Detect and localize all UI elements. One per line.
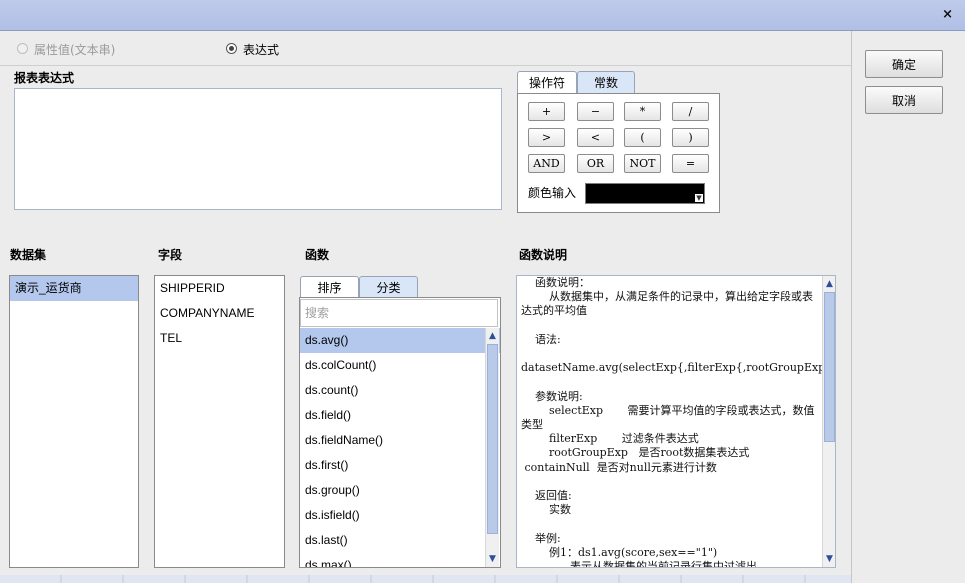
list-item-function[interactable]: ds.field() <box>300 403 500 428</box>
radio-property-value[interactable] <box>17 43 28 54</box>
tab-operators[interactable]: 操作符 <box>517 71 577 93</box>
color-picker[interactable]: ▼ <box>585 183 705 204</box>
scroll-up-icon[interactable]: ▲ <box>486 329 499 343</box>
color-input-label: 颜色输入 <box>528 186 577 200</box>
dataset-list[interactable]: 演示_运货商 <box>9 275 139 568</box>
list-item-field[interactable]: COMPANYNAME <box>155 301 284 326</box>
ok-button[interactable]: 确定 <box>865 50 943 78</box>
function-list-scrollbar[interactable]: ▲ ▼ <box>485 328 499 567</box>
list-item-dataset[interactable]: 演示_运货商 <box>10 276 138 301</box>
list-item-function[interactable]: ds.last() <box>300 528 500 553</box>
op-lparen-button[interactable]: ( <box>624 128 661 147</box>
dataset-label: 数据集 <box>10 248 47 262</box>
divider <box>0 65 851 66</box>
op-plus-button[interactable]: + <box>528 102 565 121</box>
op-greater-button[interactable]: > <box>528 128 565 147</box>
list-item-function[interactable]: ds.count() <box>300 378 500 403</box>
function-list[interactable]: ds.avg() ds.colCount() ds.count() ds.fie… <box>300 328 500 567</box>
description-scrollbar[interactable]: ▲ ▼ <box>822 276 835 567</box>
fields-list[interactable]: SHIPPERID COMPANYNAME TEL <box>154 275 285 568</box>
list-item-function[interactable]: ds.max() <box>300 553 500 567</box>
title-bar <box>0 0 965 31</box>
op-or-button[interactable]: OR <box>577 154 614 173</box>
expression-textarea[interactable] <box>14 88 502 210</box>
op-multiply-button[interactable]: * <box>624 102 661 121</box>
description-label: 函数说明 <box>519 248 568 262</box>
list-item-function[interactable]: ds.colCount() <box>300 353 500 378</box>
op-less-button[interactable]: < <box>577 128 614 147</box>
op-divide-button[interactable]: / <box>672 102 709 121</box>
tab-constants[interactable]: 常数 <box>577 71 635 93</box>
op-minus-button[interactable]: − <box>577 102 614 121</box>
op-not-button[interactable]: NOT <box>624 154 661 173</box>
cancel-button[interactable]: 取消 <box>865 86 943 114</box>
status-strip <box>0 575 851 583</box>
scroll-down-icon[interactable]: ▼ <box>486 552 499 566</box>
tab-category[interactable]: 分类 <box>359 276 418 298</box>
function-search-input[interactable] <box>300 299 498 327</box>
scroll-down-icon[interactable]: ▼ <box>823 552 835 566</box>
close-icon[interactable]: × <box>942 7 953 22</box>
scroll-thumb[interactable] <box>487 344 498 534</box>
list-item-function[interactable]: ds.isfield() <box>300 503 500 528</box>
radio-expression[interactable] <box>226 43 237 54</box>
tab-sort[interactable]: 排序 <box>300 276 359 298</box>
radio-property-value-label: 属性值(文本串) <box>34 43 116 57</box>
list-item-function[interactable]: ds.first() <box>300 453 500 478</box>
fields-label: 字段 <box>158 248 183 262</box>
list-item-field[interactable]: TEL <box>155 326 284 351</box>
scroll-up-icon[interactable]: ▲ <box>823 277 835 291</box>
functions-label: 函数 <box>305 248 330 262</box>
scroll-thumb[interactable] <box>824 292 835 442</box>
radio-expression-label: 表达式 <box>243 43 280 57</box>
function-description-text: 函数说明： 从数据集中，从满足条件的记录中，算出给定字段或表达式的平均值 语法:… <box>521 276 835 568</box>
chevron-down-icon[interactable]: ▼ <box>695 194 703 202</box>
list-item-field[interactable]: SHIPPERID <box>155 276 284 301</box>
op-rparen-button[interactable]: ) <box>672 128 709 147</box>
list-item-function[interactable]: ds.fieldName() <box>300 428 500 453</box>
function-description: 函数说明： 从数据集中，从满足条件的记录中，算出给定字段或表达式的平均值 语法:… <box>516 275 836 568</box>
op-equals-button[interactable]: = <box>672 154 709 173</box>
list-item-function[interactable]: ds.avg() <box>300 328 500 353</box>
expression-label: 报表表达式 <box>14 71 75 85</box>
op-and-button[interactable]: AND <box>528 154 565 173</box>
list-item-function[interactable]: ds.group() <box>300 478 500 503</box>
